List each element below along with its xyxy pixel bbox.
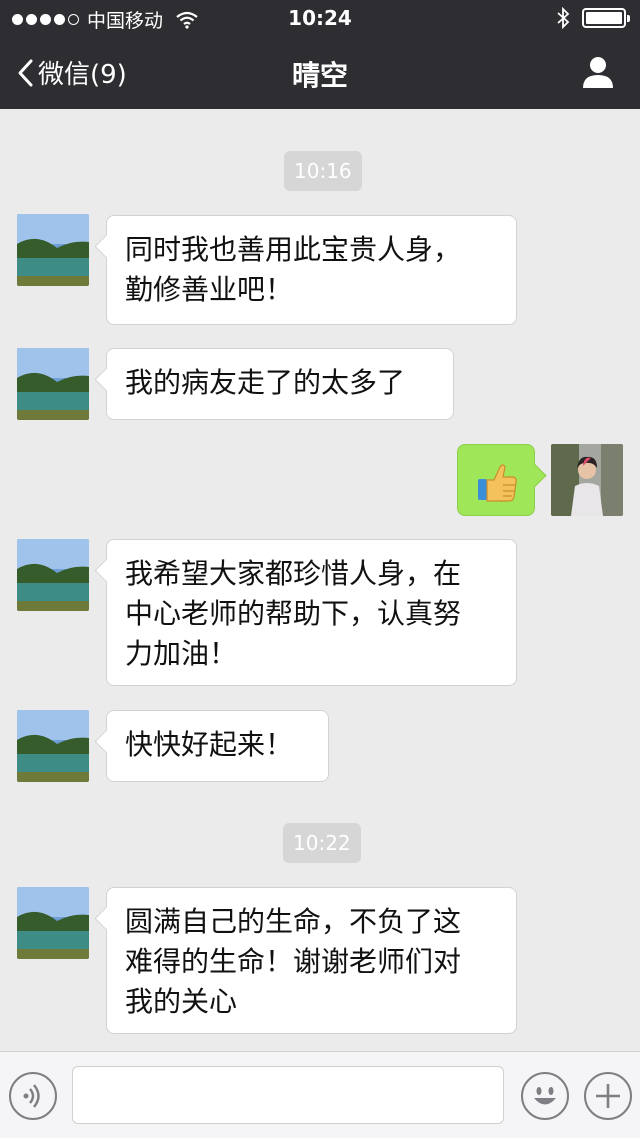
contact-avatar[interactable]	[17, 214, 89, 286]
message-bubble[interactable]: 快快好起来！	[106, 710, 329, 782]
back-label: 微信(9)	[38, 60, 127, 90]
message-input[interactable]	[72, 1066, 504, 1124]
message-bubble[interactable]: 同时我也善用此宝贵人身， 勤修善业吧！	[106, 215, 517, 325]
chevron-left-icon	[18, 59, 33, 86]
battery-icon	[582, 8, 630, 28]
voice-button[interactable]	[9, 1072, 57, 1120]
input-bar	[0, 1051, 640, 1138]
contact-avatar[interactable]	[17, 348, 89, 420]
contact-avatar[interactable]	[17, 710, 89, 782]
status-time: 10:24	[288, 6, 352, 30]
contact-avatar[interactable]	[17, 887, 89, 959]
plus-icon	[596, 1084, 620, 1108]
timestamp: 10:16	[284, 151, 362, 191]
emoji-button[interactable]	[521, 1072, 569, 1120]
chat-area[interactable]: 10:16 同时我也善用此宝贵人身， 勤修善业吧！ 我的病友走了的太多了 我希望…	[0, 109, 640, 1051]
message-line: 力加油！	[125, 637, 238, 670]
message-line: 同时我也善用此宝贵人身，	[125, 233, 462, 266]
status-right	[556, 7, 630, 29]
bluetooth-icon	[557, 7, 570, 29]
message-line: 我的关心	[125, 985, 238, 1018]
status-bar: 中国移动 10:24	[0, 0, 640, 36]
contact-avatar[interactable]	[17, 539, 89, 611]
message-line: 圆满自己的生命，不负了这	[125, 905, 462, 938]
message-line: 我希望大家都珍惜人身，在	[125, 557, 462, 590]
contact-info-icon[interactable]	[578, 52, 618, 92]
voice-icon	[23, 1084, 40, 1108]
message-bubble[interactable]: 圆满自己的生命，不负了这 难得的生命！谢谢老师们对 我的关心	[106, 887, 517, 1034]
message-line: 勤修善业吧！	[125, 273, 294, 306]
emoji-icon	[534, 1087, 556, 1105]
message-bubble[interactable]: 我的病友走了的太多了	[106, 348, 454, 420]
sent-message-bubble[interactable]	[457, 444, 535, 516]
message-line: 难得的生命！谢谢老师们对	[125, 945, 462, 978]
message-line: 中心老师的帮助下，认真努	[125, 597, 462, 630]
back-button[interactable]: 微信(9)	[16, 54, 127, 91]
thumbs-up-emoji-icon	[478, 464, 517, 502]
timestamp: 10:22	[283, 823, 361, 863]
nav-bar: 微信(9) 晴空	[0, 36, 640, 109]
message-line: 快快好起来！	[125, 728, 294, 761]
message-bubble[interactable]: 我希望大家都珍惜人身，在 中心老师的帮助下，认真努 力加油！	[106, 539, 517, 686]
user-avatar[interactable]	[551, 444, 623, 516]
message-line: 我的病友走了的太多了	[125, 366, 406, 399]
add-button[interactable]	[584, 1072, 632, 1120]
